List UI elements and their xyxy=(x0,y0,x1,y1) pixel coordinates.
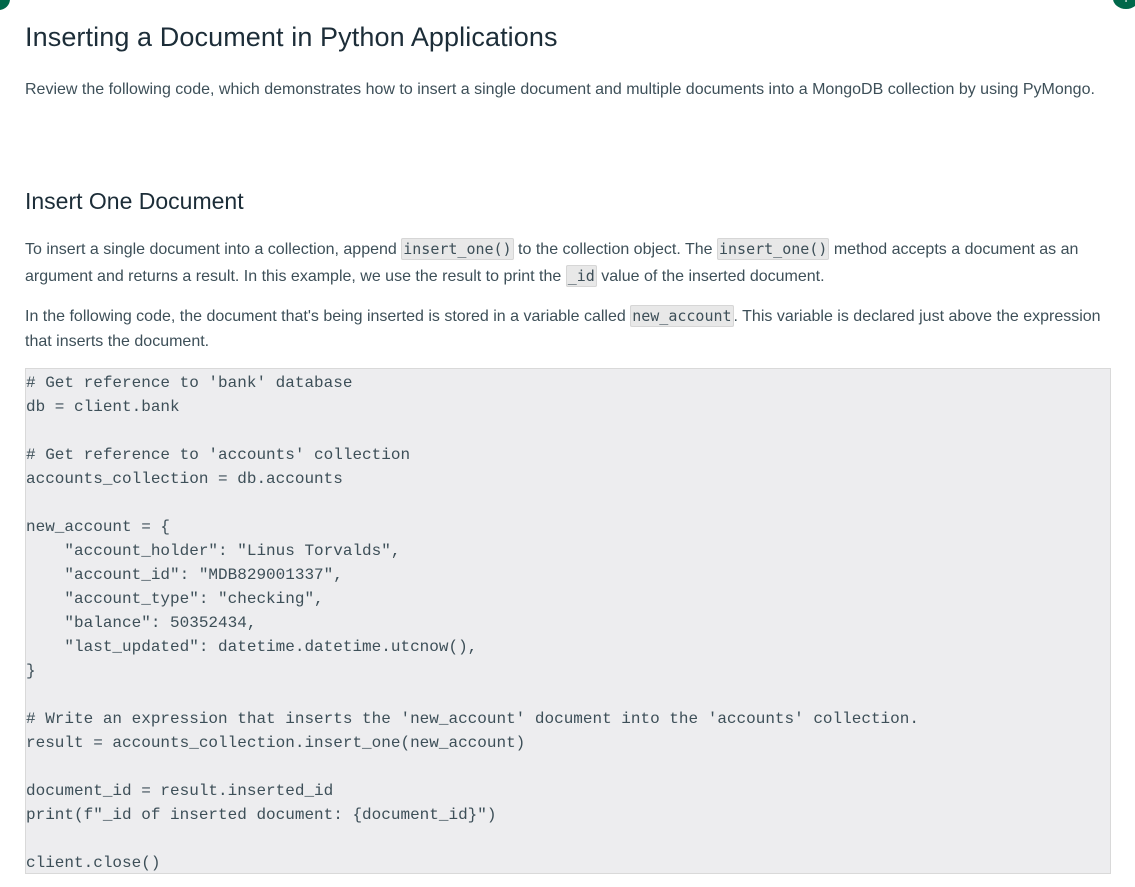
plus-icon: + xyxy=(1123,0,1129,6)
corner-button-right[interactable]: + xyxy=(1113,0,1135,9)
code-block[interactable]: # Get reference to 'bank' database db = … xyxy=(25,368,1111,874)
inline-code: _id xyxy=(565,265,597,287)
section-heading: Insert One Document xyxy=(25,188,244,214)
text-segment: To insert a single document into a colle… xyxy=(25,241,402,258)
inline-code: insert_one() xyxy=(401,238,514,260)
text-segment: In the following code, the document that… xyxy=(25,308,631,325)
page-title: Inserting a Document in Python Applicati… xyxy=(25,22,558,52)
intro-paragraph: Review the following code, which demonst… xyxy=(25,81,1095,98)
corner-indicator-left xyxy=(0,0,10,10)
text-segment: to the collection object. The xyxy=(513,241,717,258)
code-text[interactable]: # Get reference to 'bank' database db = … xyxy=(26,369,1110,873)
text-segment: value of the inserted document. xyxy=(596,268,825,285)
inline-code: insert_one() xyxy=(717,238,830,260)
inline-code: new_account xyxy=(630,305,734,327)
section-paragraph-2: In the following code, the document that… xyxy=(25,304,1111,354)
section-paragraph-1: To insert a single document into a colle… xyxy=(25,236,1111,290)
